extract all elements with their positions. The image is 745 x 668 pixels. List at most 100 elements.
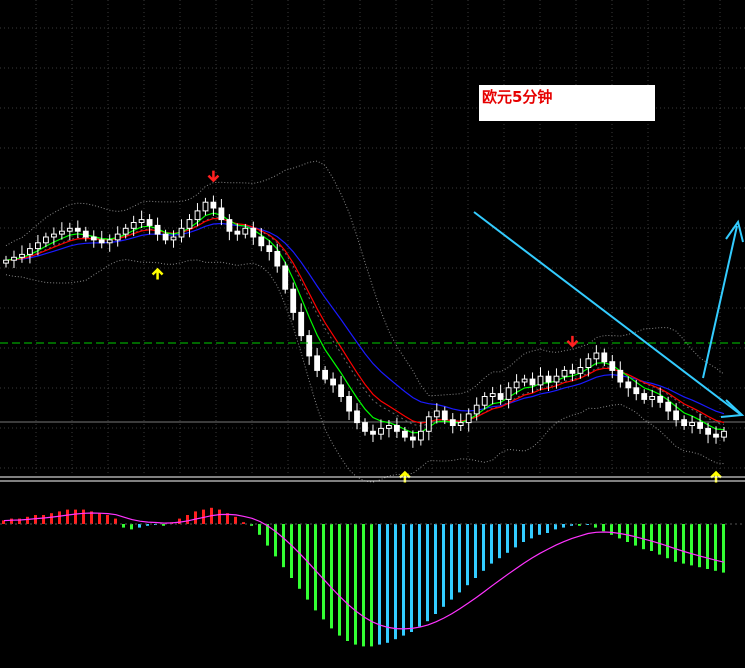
candle-body [505,387,512,400]
candle-body [593,352,600,360]
macd-bar [130,524,133,530]
candle-body [457,422,464,427]
candle-body [234,230,241,235]
candle-body [705,427,712,435]
macd-bar [218,509,221,524]
candle-body [74,227,81,232]
candle-body [130,222,137,229]
macd-bar [610,524,613,535]
macd-bar [58,511,61,524]
candle-body [346,396,353,412]
candle-body [601,352,608,363]
candle-body [561,369,568,377]
macd-bar [26,516,29,524]
candle-body [418,430,424,441]
candle-body [82,230,89,238]
candle-body [425,416,432,432]
candle-body [314,355,321,371]
macd-bar [626,524,629,542]
candle-body [210,201,217,209]
macd-bar [66,509,69,524]
macd-bar [34,515,37,524]
candle-body [194,210,201,221]
candle-body [529,378,536,386]
candle-body [569,369,576,374]
grid-lines [0,0,745,476]
candle-body [497,393,504,400]
candle-body [170,236,177,241]
candle-body [481,396,488,406]
candle-body [697,422,704,429]
candle-body [66,227,73,232]
macd-bar [242,522,245,524]
macd-bar [370,524,373,647]
macd-bar [394,524,397,640]
candle-body [545,375,552,383]
candle-body [202,201,209,212]
candle-body [441,410,448,421]
macd-bar [554,524,557,530]
candle-body [226,219,233,232]
candle-body [19,253,25,258]
candle-body [138,219,145,224]
candle-body [410,436,416,441]
macd-bar [674,524,677,562]
macd-bar [410,524,413,632]
candle-body [665,401,672,412]
macd-bar [594,524,597,528]
macd-bar [514,524,517,548]
buy-signal-arrow [151,267,164,280]
candle-body [721,430,727,438]
signal-arrows [151,170,722,483]
candle-body [713,433,719,438]
macd-bar [466,524,469,586]
macd-bar [458,524,461,593]
macd-bar [522,524,525,542]
macd-bar [290,524,293,578]
candle-body [378,427,384,435]
macd-bar [706,524,709,569]
moving-averages [5,212,725,434]
macd-bar [546,524,549,533]
macd-bar [338,524,341,636]
candle-body [266,245,273,252]
macd-bar [330,524,333,629]
macd-bar [258,524,261,535]
candle-body [282,265,289,290]
candle-body [98,239,105,244]
macd-bar [282,524,285,568]
macd-bar [642,524,645,550]
candle-body [258,236,265,247]
macd-bar [658,524,661,555]
candle-body [625,381,632,389]
macd-bar [322,524,325,620]
macd-bar [618,524,621,539]
candle-body [649,396,656,400]
macd-bar [402,524,405,636]
macd-bar [682,524,685,564]
candle-body [154,224,161,235]
candle-body [90,236,97,241]
candle-body [3,259,9,264]
candle-body [489,393,496,398]
candle-body [27,248,33,255]
candle-body [162,233,169,241]
bollinger-middle [5,216,725,427]
candle-body [114,233,121,241]
macd-bar [418,524,421,627]
sell-signal-arrow [207,170,220,183]
bollinger-upper [5,160,725,396]
candle-body [641,393,648,400]
candle-body [449,419,456,427]
candle-body [394,425,400,432]
macd-bar [42,515,45,524]
macd-bar [106,515,109,524]
candle-body [537,375,544,386]
macd-bar [266,524,269,546]
candle-body [633,387,640,395]
candle-body [35,242,41,250]
macd-bar [114,518,117,524]
candle-body [689,422,696,427]
candle-body [59,230,65,235]
candle-body [274,251,281,267]
